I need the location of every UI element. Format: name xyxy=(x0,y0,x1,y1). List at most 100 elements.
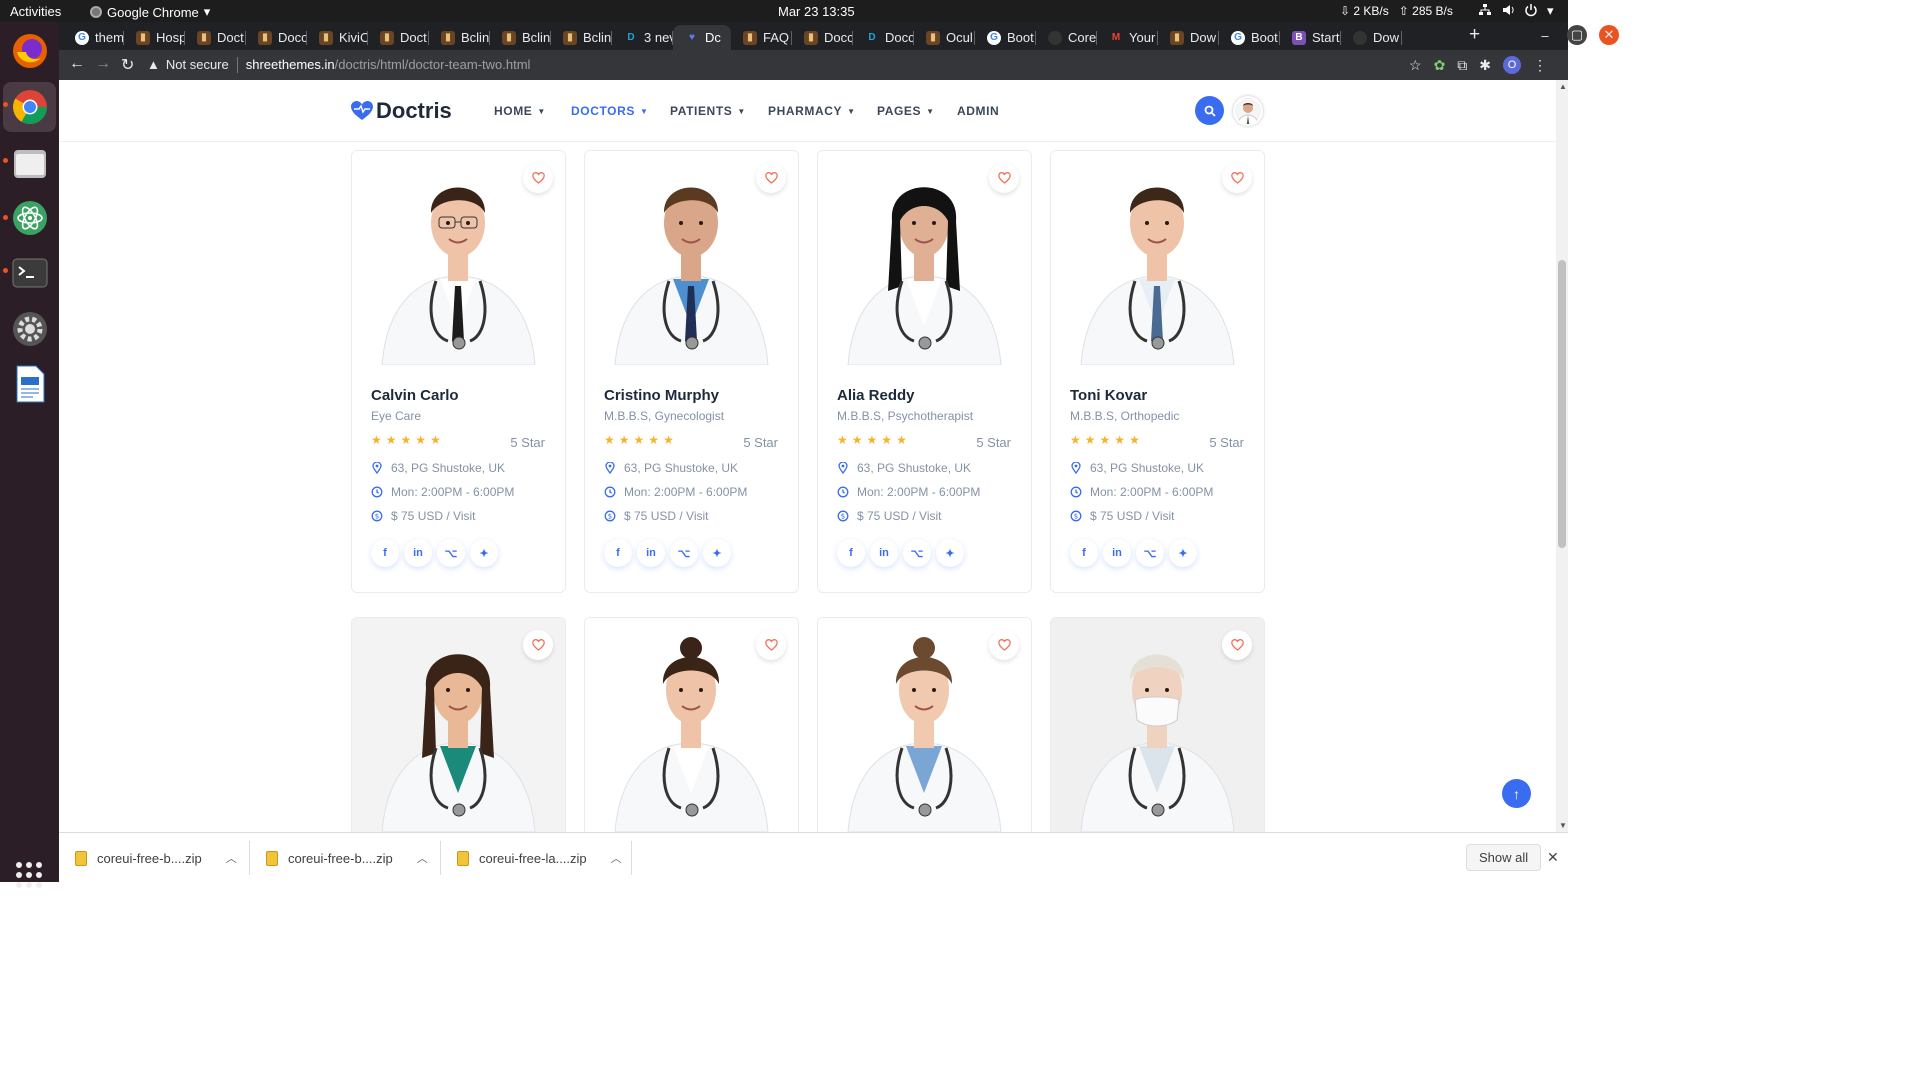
back-icon[interactable]: ← xyxy=(69,55,85,73)
chevron-up-icon[interactable]: ︿ xyxy=(611,850,622,866)
browser-tab[interactable]: G Boot xyxy=(1219,25,1280,50)
doctor-name[interactable]: Alia Reddy xyxy=(837,387,915,404)
favorite-button[interactable] xyxy=(523,630,553,660)
browser-tab[interactable]: B Start xyxy=(1280,25,1341,50)
address-bar[interactable]: ▲ Not secure shreethemes.in/doctris/html… xyxy=(147,51,1447,78)
favorite-button[interactable] xyxy=(989,163,1019,193)
facebook-icon[interactable]: f xyxy=(604,539,632,567)
nav-pharmacy[interactable]: PHARMACY ▼ xyxy=(768,104,856,118)
favorite-button[interactable] xyxy=(523,163,553,193)
browser-tab[interactable]: ▮ Ocul xyxy=(914,25,975,50)
forward-icon[interactable]: → xyxy=(95,55,111,73)
extension-box-icon[interactable]: ⧉ xyxy=(1457,57,1467,74)
user-avatar[interactable] xyxy=(1233,96,1263,126)
atom-launcher[interactable] xyxy=(3,193,56,243)
favorite-button[interactable] xyxy=(1222,630,1252,660)
chevron-up-icon[interactable]: ︿ xyxy=(417,850,428,866)
chevron-up-icon[interactable]: ︿ xyxy=(226,850,237,866)
browser-tab[interactable]: Gthem xyxy=(63,25,124,50)
browser-tab[interactable]: ▮ Bclin xyxy=(490,25,551,50)
settings-launcher[interactable] xyxy=(3,304,56,354)
kebab-menu-icon[interactable]: ⋮ xyxy=(1533,57,1547,74)
browser-tab[interactable]: ▮ Docc xyxy=(246,25,307,50)
nav-pages[interactable]: PAGES ▼ xyxy=(877,104,935,118)
browser-tab[interactable]: G Boot xyxy=(975,25,1036,50)
chrome-launcher[interactable] xyxy=(3,82,56,132)
social-links: f in ⌥ ✦ xyxy=(837,539,964,567)
extension-colorful-icon[interactable]: ✿ xyxy=(1434,57,1446,74)
reload-icon[interactable]: ↻ xyxy=(121,55,134,75)
minimize-icon[interactable]: – xyxy=(1535,25,1555,45)
doctor-name[interactable]: Calvin Carlo xyxy=(371,387,459,404)
browser-tab[interactable]: ▮ Doct xyxy=(185,25,246,50)
github-icon[interactable]: ⌥ xyxy=(1136,539,1164,567)
favorite-button[interactable] xyxy=(756,630,786,660)
nav-patients[interactable]: PATIENTS ▼ xyxy=(670,104,746,118)
linkedin-icon[interactable]: in xyxy=(637,539,665,567)
page-scrollbar[interactable]: ▲ ▼ xyxy=(1556,80,1568,832)
firefox-launcher[interactable] xyxy=(3,26,56,76)
linkedin-icon[interactable]: in xyxy=(1103,539,1131,567)
search-button[interactable] xyxy=(1195,96,1224,125)
browser-tab[interactable]: ▮ KiviC xyxy=(307,25,368,50)
twitter-icon[interactable]: ✦ xyxy=(470,539,498,567)
system-tray[interactable]: ▾ xyxy=(1478,3,1554,19)
download-item[interactable]: coreui-free-b....zip ︿ xyxy=(250,833,441,883)
writer-launcher[interactable] xyxy=(3,359,56,409)
twitter-icon[interactable]: ✦ xyxy=(1169,539,1197,567)
show-applications-icon[interactable] xyxy=(16,862,42,888)
browser-tab[interactable]: Core xyxy=(1036,25,1097,50)
facebook-icon[interactable]: f xyxy=(371,539,399,567)
browser-tab[interactable]: D 3 nev xyxy=(612,25,673,50)
browser-tab[interactable]: ▮ Hosp xyxy=(124,25,185,50)
scrollbar-thumb[interactable] xyxy=(1558,260,1566,548)
twitter-icon[interactable]: ✦ xyxy=(936,539,964,567)
favorite-button[interactable] xyxy=(756,163,786,193)
browser-tab[interactable]: D Docc xyxy=(853,25,914,50)
restore-icon[interactable]: ▢ xyxy=(1567,25,1587,45)
close-download-bar-icon[interactable]: ✕ xyxy=(1547,849,1559,866)
terminal-launcher[interactable] xyxy=(3,248,56,298)
tab-active[interactable]: ♥Dc✕ xyxy=(673,25,731,50)
new-tab-button[interactable]: + xyxy=(1469,25,1480,44)
facebook-icon[interactable]: f xyxy=(837,539,865,567)
github-icon[interactable]: ⌥ xyxy=(903,539,931,567)
browser-tab[interactable]: M Your xyxy=(1097,25,1158,50)
doctor-name[interactable]: Cristino Murphy xyxy=(604,387,719,404)
favorite-button[interactable] xyxy=(1222,163,1252,193)
files-launcher[interactable] xyxy=(3,138,56,188)
scroll-up-icon[interactable]: ▲ xyxy=(1559,82,1567,91)
browser-tab[interactable]: ▮ Bclin xyxy=(429,25,490,50)
browser-tab[interactable]: Dow xyxy=(1341,25,1402,50)
nav-doctors[interactable]: DOCTORS ▼ xyxy=(571,104,649,118)
linkedin-icon[interactable]: in xyxy=(870,539,898,567)
browser-tab[interactable]: ▮ Dow xyxy=(1158,25,1219,50)
profile-avatar[interactable]: O xyxy=(1503,56,1522,74)
clock[interactable]: Mar 23 13:35 xyxy=(778,4,855,19)
back-to-top-button[interactable]: ↑ xyxy=(1502,779,1531,808)
browser-tab[interactable]: ▮ Bclin xyxy=(551,25,612,50)
site-logo[interactable]: Doctris xyxy=(351,98,452,124)
favorite-button[interactable] xyxy=(989,630,1019,660)
download-item[interactable]: coreui-free-la....zip ︿ xyxy=(441,833,632,883)
scroll-down-icon[interactable]: ▼ xyxy=(1559,821,1567,830)
browser-tab[interactable]: ▮ Doct xyxy=(368,25,429,50)
twitter-icon[interactable]: ✦ xyxy=(703,539,731,567)
bookmark-star-icon[interactable]: ☆ xyxy=(1409,57,1422,74)
browser-tab[interactable]: ▮ Docc xyxy=(792,25,853,50)
browser-tab[interactable]: ▮ FAQ xyxy=(731,25,792,50)
zip-file-icon xyxy=(266,850,278,866)
nav-home[interactable]: HOME ▼ xyxy=(494,104,546,118)
github-icon[interactable]: ⌥ xyxy=(437,539,465,567)
download-item[interactable]: coreui-free-b....zip ︿ xyxy=(59,833,250,883)
activities-button[interactable]: Activities xyxy=(10,4,61,19)
doctor-name[interactable]: Toni Kovar xyxy=(1070,387,1147,404)
close-window-icon[interactable]: ✕ xyxy=(1599,25,1619,45)
puzzle-icon[interactable]: ✱ xyxy=(1479,57,1491,74)
show-all-button[interactable]: Show all xyxy=(1466,844,1542,871)
linkedin-icon[interactable]: in xyxy=(404,539,432,567)
facebook-icon[interactable]: f xyxy=(1070,539,1098,567)
nav-admin[interactable]: ADMIN xyxy=(957,104,999,118)
app-menu[interactable]: Google Chrome ▾ xyxy=(90,4,210,20)
github-icon[interactable]: ⌥ xyxy=(670,539,698,567)
